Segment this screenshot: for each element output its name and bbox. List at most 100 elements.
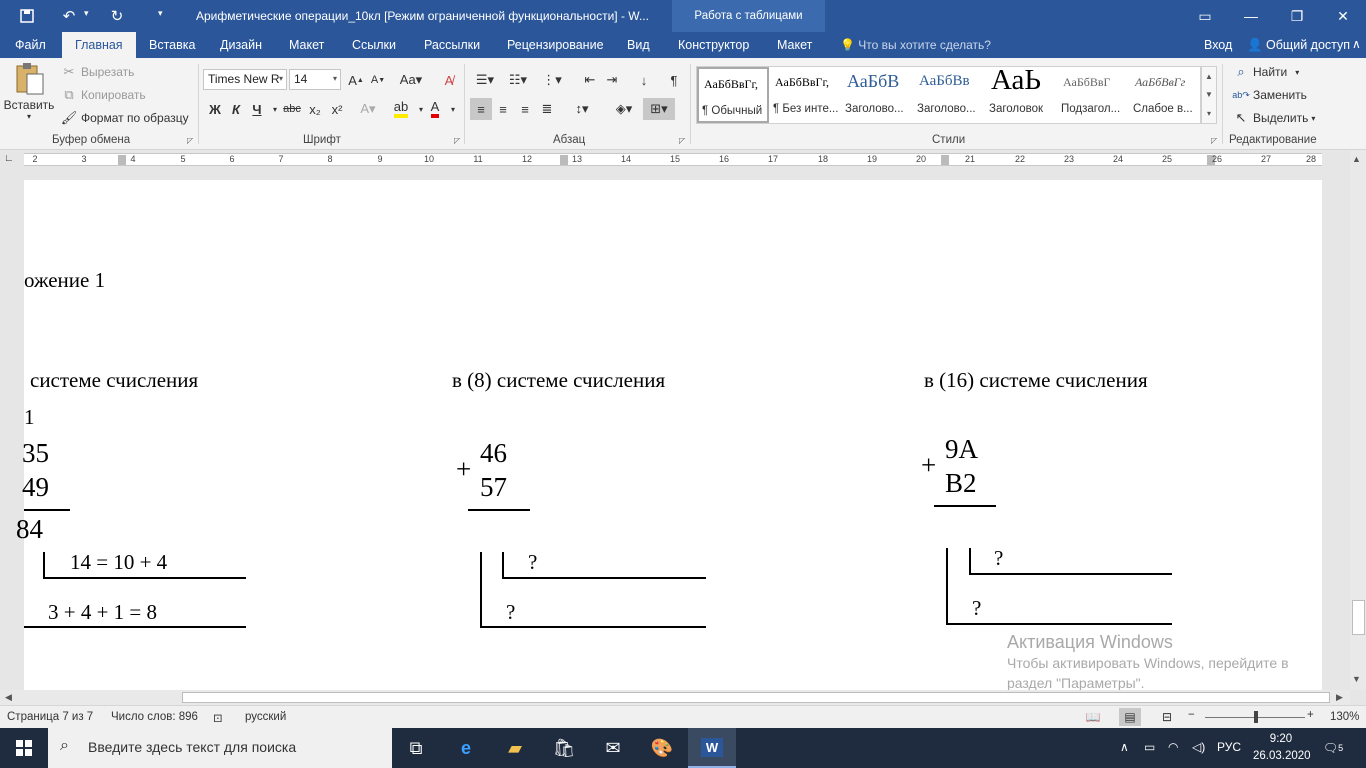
paste-dropdown-icon[interactable]: ▾ [27,112,31,121]
tab-table-design[interactable]: Конструктор [678,32,749,58]
horizontal-scroll-thumb[interactable] [182,692,1330,703]
scroll-left-icon[interactable]: ◀ [5,692,12,703]
paragraph-launcher-icon[interactable]: ◸ [679,136,685,145]
font-color-dropdown-icon[interactable]: ▾ [442,98,464,120]
italic-button[interactable]: К [225,98,247,120]
tell-me-search[interactable]: 💡 Что вы хотите сделать? [840,32,991,58]
minimize-button[interactable]: — [1228,0,1274,32]
share-button[interactable]: 👤 Общий доступ [1247,32,1350,58]
start-button[interactable] [0,728,48,768]
customize-qat-icon[interactable]: ▾ [158,8,163,19]
tab-table-layout[interactable]: Макет [777,32,812,58]
word-count[interactable]: Число слов: 896 [111,711,198,723]
decrease-indent-icon[interactable]: ⇤ [579,69,601,91]
sort-icon[interactable]: ↓ [633,69,655,91]
paste-button[interactable]: Вставить ▾ [4,62,54,121]
style-subtle-emphasis[interactable]: АаБбВвГг Слабое в... [1130,67,1202,123]
tab-mailings[interactable]: Рассылки [424,32,480,58]
tab-selector[interactable]: ∟ [4,153,16,165]
column-marker[interactable] [941,155,949,165]
subscript-button[interactable]: x₂ [304,98,326,120]
shrink-font-icon[interactable]: A ▼ [367,69,389,91]
borders-icon[interactable]: ⊞▾ [643,98,675,120]
save-icon[interactable] [16,6,38,26]
style-heading-2[interactable]: АаБбВв Заголово... [914,67,986,123]
multilevel-list-icon[interactable]: ⋮▾ [537,69,567,91]
column-marker[interactable] [118,155,126,165]
font-launcher-icon[interactable]: ◸ [454,136,460,145]
print-layout-icon[interactable]: ▤ [1119,708,1141,726]
expand-gallery-icon[interactable]: ▾ [1207,109,1211,118]
text-effects-icon[interactable]: A▾ [357,98,379,120]
horizontal-scrollbar[interactable]: ◀ ▶ [0,690,1350,705]
language-indicator[interactable]: русский [245,711,286,723]
zoom-slider-thumb[interactable] [1254,711,1258,723]
pilcrow-icon[interactable]: ¶ [663,69,685,91]
grow-font-icon[interactable]: A ▲ [345,69,367,91]
notifications-button[interactable]: 🗨 5 [1322,738,1344,758]
select-button[interactable]: ↖ Выделить ▾ [1232,109,1316,127]
tab-layout[interactable]: Макет [289,32,324,58]
bold-button[interactable]: Ж [204,98,226,120]
tab-file[interactable]: Файл [15,32,46,58]
font-size-combo[interactable]: 14 ▾ [289,69,341,90]
find-button[interactable]: ⌕ Найти ▾ [1232,63,1299,81]
tab-insert[interactable]: Вставка [149,32,195,58]
paint-icon[interactable]: 🎨 [638,728,686,768]
taskbar-search[interactable]: ⌕ Введите здесь текст для поиска [48,728,392,768]
volume-icon[interactable]: ◁) [1192,740,1205,754]
tab-view[interactable]: Вид [627,32,650,58]
increase-indent-icon[interactable]: ⇥ [601,69,623,91]
tab-home[interactable]: Главная [62,32,136,58]
file-explorer-icon[interactable]: ▰ [491,728,539,768]
restore-button[interactable]: ❐ [1274,0,1320,32]
align-left-icon[interactable]: ≡ [470,98,492,120]
justify-icon[interactable]: ≣ [536,98,558,120]
ribbon-display-options-icon[interactable]: ▭ [1182,0,1228,32]
battery-icon[interactable]: ▭ [1144,740,1155,754]
read-mode-icon[interactable]: 📖 [1082,708,1104,726]
style-normal[interactable]: АаБбВвГг, ¶ Обычный [697,67,769,123]
copy-button[interactable]: ⧉ Копировать [60,86,145,104]
line-spacing-icon[interactable]: ↕▾ [567,98,597,120]
tab-references[interactable]: Ссылки [352,32,396,58]
sign-in-link[interactable]: Вход [1204,32,1232,58]
proofing-icon[interactable]: ⊡ [213,711,223,725]
horizontal-ruler[interactable]: 2 3 4 5 6 7 8 9 10 11 12 13 14 15 16 17 … [24,153,1322,166]
numbering-icon[interactable]: ☷▾ [503,69,533,91]
chevron-up-icon[interactable]: ▲ [1205,72,1213,81]
mail-icon[interactable]: ✉ [589,728,637,768]
shading-icon[interactable]: ◈▾ [609,98,639,120]
vertical-scrollbar[interactable]: ▲ ▼ [1350,150,1366,690]
font-name-combo[interactable]: Times New R ▾ [203,69,287,90]
change-case-icon[interactable]: Aa▾ [396,69,426,91]
styles-gallery-scroll[interactable]: ▲ ▼ ▾ [1201,66,1217,124]
style-title[interactable]: АаЬ Заголовок [986,67,1058,123]
undo-dropdown-icon[interactable]: ▾ [84,8,89,19]
document-area[interactable]: ожение 1 системе счисления 1 35 49 84 14… [0,169,1350,690]
highlight-icon[interactable]: ab [390,98,412,120]
close-button[interactable]: ✕ [1320,0,1366,32]
scroll-right-icon[interactable]: ▶ [1336,692,1343,703]
bullets-icon[interactable]: ☰▾ [470,69,500,91]
cut-button[interactable]: ✂ Вырезать [60,63,135,81]
replace-button[interactable]: ab↷ Заменить [1232,86,1307,104]
store-icon[interactable]: 🛍 [540,728,588,768]
redo-icon[interactable]: ↻ [106,6,128,26]
page-count[interactable]: Страница 7 из 7 [7,711,93,723]
document-page[interactable]: ожение 1 системе счисления 1 35 49 84 14… [16,180,1322,690]
input-language[interactable]: РУС [1217,740,1241,754]
collapse-ribbon-icon[interactable]: ∧ [1352,37,1361,51]
clock[interactable]: 9:20 26.03.2020 [1253,731,1311,765]
clipboard-launcher-icon[interactable]: ◸ [187,136,193,145]
column-marker[interactable] [560,155,568,165]
align-right-icon[interactable]: ≡ [514,98,536,120]
task-view-icon[interactable]: ⧉ [392,728,440,768]
style-subtitle[interactable]: АаБбВвГ Подзагол... [1058,67,1130,123]
zoom-out-icon[interactable]: − [1188,709,1195,721]
superscript-button[interactable]: x² [326,98,348,120]
align-center-icon[interactable]: ≡ [492,98,514,120]
word-taskbar-icon[interactable]: W [688,728,736,768]
edge-icon[interactable]: e [442,728,490,768]
wifi-icon[interactable]: ◠ [1168,740,1178,754]
